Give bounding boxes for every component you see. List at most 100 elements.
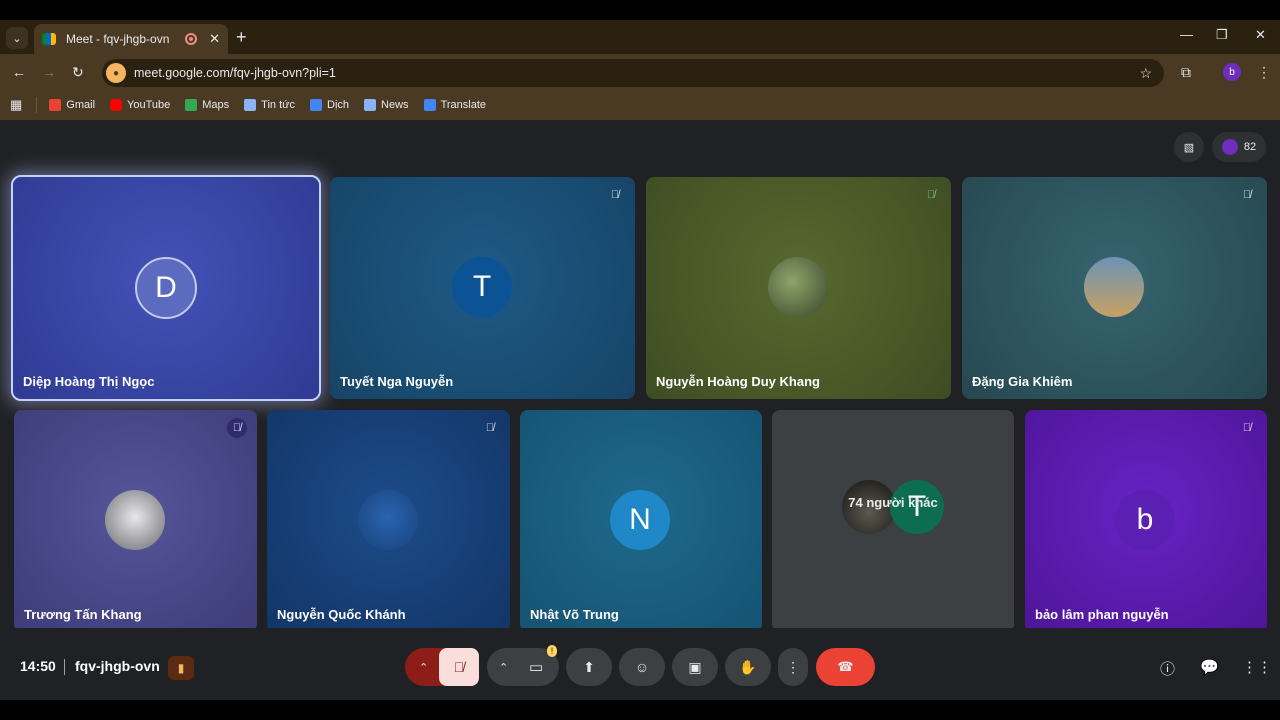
activities-icon[interactable]: ⋮⋮	[1242, 658, 1272, 676]
address-bar[interactable]: ● meet.google.com/fqv-jhgb-ovn?pli=1 ☆	[102, 59, 1164, 87]
participant-tile[interactable]: N Nhật Võ Trung	[520, 410, 762, 632]
top-letterbox	[0, 0, 1280, 20]
translate-icon	[423, 99, 436, 111]
mic-options-button[interactable]: ⌃ 🎙̸	[405, 648, 479, 686]
bookmark-youtube[interactable]: YouTube	[110, 99, 170, 111]
bookmark-news[interactable]: News	[364, 99, 409, 111]
participant-name: bảo lâm phan nguyễn	[1035, 607, 1169, 622]
mic-permission-icon[interactable]: ●	[106, 63, 126, 83]
leave-call-button[interactable]: ☎	[816, 648, 875, 686]
participant-count: 82	[1243, 141, 1257, 153]
participant-name: Tuyết Nga Nguyễn	[340, 374, 454, 389]
mic-off-icon[interactable]: 🎙̸	[439, 648, 479, 686]
avatar-photo	[358, 490, 418, 550]
participant-tile[interactable]: 🎙̸ Đặng Gia Khiêm	[962, 177, 1267, 399]
chat-icon[interactable]: 💬	[1200, 658, 1219, 676]
participants-button[interactable]: 82	[1212, 132, 1266, 162]
tab-search-button[interactable]: ⌄	[6, 27, 28, 49]
gmail-icon	[49, 99, 62, 111]
captions-icon: ▣	[688, 658, 702, 675]
bookmark-maps[interactable]: Maps	[185, 99, 229, 111]
others-tile[interactable]: T 74 người khác	[772, 410, 1014, 632]
present-icon: ⬆	[583, 658, 595, 675]
bottom-letterbox	[0, 700, 1280, 720]
profile-avatar[interactable]: b	[1223, 63, 1241, 81]
minutes-icon[interactable]: ▮	[168, 656, 194, 680]
avatar: N	[610, 490, 670, 550]
bookmark-translate[interactable]: Translate	[423, 99, 486, 111]
mic-off-icon: 🎙̸	[227, 418, 247, 438]
url-text: meet.google.com/fqv-jhgb-ovn?pli=1	[134, 66, 336, 80]
participants-avatars-icon	[1221, 139, 1238, 155]
emoji-button[interactable]: ☺	[619, 648, 665, 686]
participant-tile[interactable]: 🎙̸ T Tuyết Nga Nguyễn	[330, 177, 635, 399]
avatar-photo	[105, 490, 165, 550]
participant-name: Trương Tấn Khang	[24, 607, 142, 622]
more-options-button[interactable]: ⋮	[778, 648, 808, 686]
participant-tile[interactable]: 🎙̸ b bảo lâm phan nguyễn	[1025, 410, 1267, 632]
extensions-icon[interactable]: ⧉	[1181, 64, 1191, 81]
participant-tile[interactable]: D Diệp Hoàng Thị Ngọc	[11, 175, 321, 401]
mic-off-icon: 🎙̸	[1242, 189, 1252, 201]
meeting-clock: 14:50	[20, 658, 56, 674]
meeting-code: fqv-jhgb-ovn	[75, 658, 160, 674]
bookmark-star-icon[interactable]: ☆	[1139, 65, 1152, 82]
hangup-icon: ☎	[837, 659, 854, 674]
bookmark-tin-tuc[interactable]: Tin tức	[244, 99, 295, 111]
chevron-up-icon: ⌃	[499, 661, 509, 674]
clock-divider	[64, 659, 65, 675]
restore-button[interactable]: ❐	[1216, 27, 1228, 43]
maps-icon	[185, 99, 198, 111]
minimize-button[interactable]: —	[1180, 27, 1193, 42]
close-tab-icon[interactable]: ✕	[209, 31, 220, 47]
tab-bar: ⌄ Meet - fqv-jhgb-ovn ✕ + — ❐ ✕	[0, 20, 1280, 54]
participant-name: Đặng Gia Khiêm	[972, 374, 1073, 389]
meeting-top-icons: ▧ 82	[1174, 132, 1266, 162]
bookmark-gmail[interactable]: Gmail	[49, 99, 95, 111]
participant-tile[interactable]: 🎙̸ Nguyễn Quốc Khánh	[267, 410, 510, 632]
youtube-icon	[110, 99, 123, 111]
raise-hand-icon: ✋	[739, 658, 757, 675]
meeting-stage: ▧ 82 D Diệp Hoàng Thị Ngọc 🎙̸ T Tuyết Ng…	[0, 120, 1280, 700]
meeting-controls-bar: 14:50 fqv-jhgb-ovn ▮ ⌃ 🎙̸ ⌃ ▭ ! ⬆ ☺ ▣ ✋ …	[0, 628, 1280, 700]
close-window-button[interactable]: ✕	[1255, 27, 1266, 43]
apps-grid-icon[interactable]: ▦	[10, 97, 22, 113]
mic-off-icon: 🎙̸	[610, 189, 620, 201]
bookmarks-separator	[36, 97, 38, 113]
tab-title: Meet - fqv-jhgb-ovn	[66, 32, 170, 46]
news-icon	[244, 99, 257, 111]
participant-tile[interactable]: 🎙̸ Trương Tấn Khang	[14, 410, 257, 632]
new-tab-button[interactable]: +	[236, 27, 247, 48]
recording-icon	[185, 33, 198, 45]
news-icon	[364, 99, 377, 111]
mic-off-icon: 🎙̸	[1242, 422, 1252, 434]
participant-name: Nguyễn Quốc Khánh	[277, 607, 406, 622]
emoji-icon: ☺	[634, 659, 650, 675]
others-label: 74 người khác	[848, 495, 938, 510]
captions-button[interactable]: ▣	[672, 648, 718, 686]
bookmark-dich[interactable]: Dịch	[310, 99, 349, 111]
bookmarks-bar: ▦ Gmail YouTube Maps Tin tức Dịch News T…	[0, 90, 1280, 120]
back-icon[interactable]: ←	[12, 64, 26, 80]
more-options-icon: ⋮	[786, 658, 800, 675]
meeting-details-icon[interactable]: ⓘ	[1160, 658, 1175, 679]
chevron-up-icon: ⌃	[419, 661, 429, 674]
present-button[interactable]: ⬆	[566, 648, 612, 686]
browser-menu-icon[interactable]: ⋮	[1257, 64, 1271, 81]
meet-favicon-icon	[42, 33, 56, 45]
participant-tile[interactable]: 🎙̸ Nguyễn Hoàng Duy Khang	[646, 177, 951, 399]
participant-name: Nhật Võ Trung	[530, 607, 619, 622]
raise-hand-button[interactable]: ✋	[725, 648, 771, 686]
reload-icon[interactable]: ↻	[72, 64, 84, 81]
mic-off-icon: 🎙̸	[485, 422, 495, 434]
address-toolbar: ← → ↻ ● meet.google.com/fqv-jhgb-ovn?pli…	[0, 54, 1280, 90]
avatar: D	[135, 257, 197, 319]
forward-icon[interactable]: →	[42, 64, 56, 80]
camera-options-button[interactable]: ⌃ ▭ !	[487, 645, 559, 686]
hidden-tiles-icon[interactable]: ▧	[1174, 132, 1204, 162]
browser-tab[interactable]: Meet - fqv-jhgb-ovn ✕	[34, 24, 228, 54]
camera-icon[interactable]: ▭	[529, 658, 543, 676]
warning-icon: !	[547, 645, 557, 657]
translate-icon	[310, 99, 323, 111]
avatar: b	[1115, 490, 1175, 550]
